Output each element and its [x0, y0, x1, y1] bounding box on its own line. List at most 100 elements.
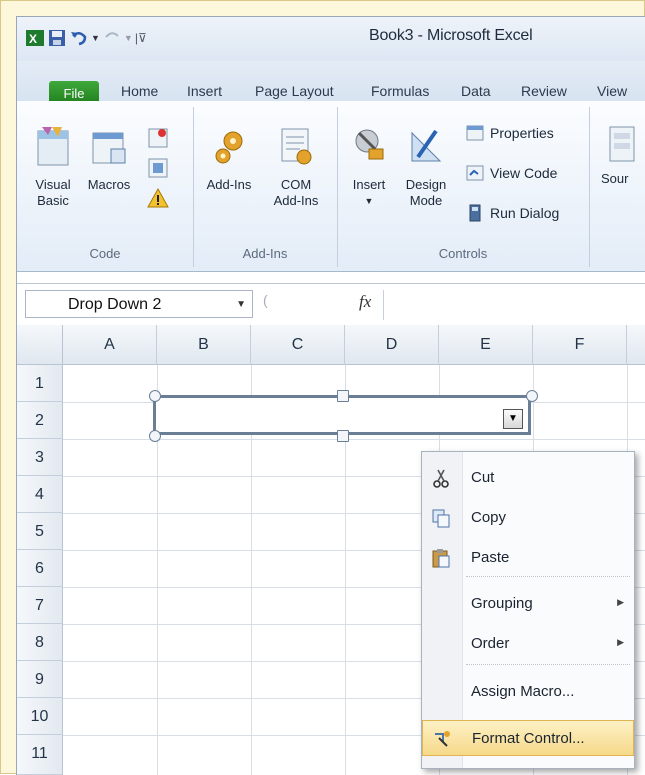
source-label: Sour: [601, 171, 629, 186]
menu-item-format-control[interactable]: Format Control...: [422, 720, 634, 756]
column-header-c[interactable]: C: [251, 325, 345, 365]
name-box-value: Drop Down 2: [68, 296, 162, 313]
insert-control-label: Insert: [352, 177, 386, 192]
menu-item-assign-macro[interactable]: Assign Macro...: [422, 674, 634, 710]
source-button[interactable]: Sour: [601, 123, 641, 187]
menu-separator: [466, 576, 630, 578]
resize-handle[interactable]: [149, 430, 161, 442]
properties-icon: [466, 125, 484, 141]
toolbox-icon: [355, 129, 384, 160]
column-header-d[interactable]: D: [345, 325, 439, 365]
menu-item-copy[interactable]: Copy: [422, 500, 634, 536]
tab-view[interactable]: View: [597, 83, 627, 99]
run-dialog-label: Run Dialog: [490, 205, 560, 221]
view-code-button[interactable]: View Code: [465, 163, 557, 183]
visual-basic-icon: [37, 127, 69, 166]
row-header-10[interactable]: 10: [17, 698, 63, 735]
addins-button[interactable]: Add-Ins: [199, 123, 259, 193]
format-control-icon: [435, 731, 450, 747]
insert-function-icon[interactable]: fx: [359, 292, 371, 312]
view-code-label: View Code: [490, 165, 558, 181]
chevron-down-icon[interactable]: ▼: [503, 409, 523, 429]
relative-references-icon[interactable]: [147, 157, 169, 179]
customize-qat-icon[interactable]: |⊽: [135, 31, 147, 45]
select-all-corner[interactable]: [17, 325, 63, 365]
macros-icon: [92, 132, 126, 164]
scissors-icon: [433, 469, 449, 488]
save-icon[interactable]: [47, 28, 67, 48]
insert-control-button[interactable]: Insert ▼: [345, 123, 393, 209]
chevron-down-icon[interactable]: ▼: [91, 33, 100, 43]
resize-handle[interactable]: [337, 430, 349, 442]
visual-basic-button[interactable]: Visual Basic: [29, 123, 77, 209]
tab-formulas[interactable]: Formulas: [371, 83, 429, 99]
chevron-down-icon[interactable]: ▼: [124, 33, 133, 43]
menu-item-order[interactable]: Order ▶: [422, 626, 634, 662]
macros-button[interactable]: Macros: [83, 123, 135, 193]
menu-item-copy-label: Copy: [471, 509, 507, 526]
row-header-2[interactable]: 2: [17, 402, 63, 439]
column-header-f[interactable]: F: [533, 325, 627, 365]
tab-review[interactable]: Review: [521, 83, 567, 99]
row-header-5[interactable]: 5: [17, 513, 63, 550]
properties-button[interactable]: Properties: [465, 123, 554, 143]
design-mode-icon: [411, 129, 442, 162]
redo-icon[interactable]: [102, 28, 122, 48]
menu-item-cut[interactable]: Cut: [422, 460, 634, 496]
menu-item-grouping[interactable]: Grouping ▶: [422, 586, 634, 622]
menu-item-cut-label: Cut: [471, 469, 495, 486]
visual-basic-label: Visual Basic: [35, 177, 71, 208]
formula-bar: Drop Down 2 ▼ ( fx: [17, 283, 645, 327]
excel-app-icon[interactable]: X: [25, 28, 45, 48]
tab-page-layout[interactable]: Page Layout: [255, 83, 334, 99]
menu-item-paste[interactable]: Paste: [422, 540, 634, 576]
menu-item-paste-label: Paste: [471, 549, 510, 566]
resize-handle[interactable]: [526, 390, 538, 402]
source-icon: [609, 126, 635, 162]
resize-handle[interactable]: [149, 390, 161, 402]
group-code-label: Code: [89, 246, 121, 261]
record-macro-icon[interactable]: [147, 127, 169, 149]
row-header-8[interactable]: 8: [17, 624, 63, 661]
row-header-1[interactable]: 1: [17, 365, 63, 402]
group-code: Visual Basic Macros Code: [17, 107, 194, 267]
chevron-down-icon: ▼: [364, 196, 374, 206]
submenu-arrow-icon: ▶: [617, 597, 624, 607]
paste-icon: [432, 549, 450, 568]
addins-label: Add-Ins: [206, 177, 252, 192]
column-header-partial[interactable]: [627, 325, 645, 365]
run-dialog-button[interactable]: Run Dialog: [465, 203, 559, 223]
com-addins-icon: [281, 128, 312, 165]
name-box[interactable]: Drop Down 2 ▼: [25, 290, 253, 318]
undo-icon[interactable]: [69, 28, 89, 48]
resize-handle[interactable]: [337, 390, 349, 402]
tab-data[interactable]: Data: [461, 83, 491, 99]
design-mode-button[interactable]: Design Mode: [397, 123, 455, 209]
chevron-down-icon[interactable]: ▼: [236, 291, 246, 319]
macro-security-icon[interactable]: [147, 187, 169, 209]
tab-home[interactable]: Home: [121, 83, 158, 99]
row-header-9[interactable]: 9: [17, 661, 63, 698]
row-header-6[interactable]: 6: [17, 550, 63, 587]
copy-icon: [432, 509, 450, 528]
context-menu: Cut Copy Paste Grouping ▶ Order ▶ Assign…: [421, 451, 635, 769]
gears-icon: [215, 131, 243, 164]
menu-item-grouping-label: Grouping: [471, 595, 533, 612]
row-header-4[interactable]: 4: [17, 476, 63, 513]
menu-item-assign-macro-label: Assign Macro...: [471, 683, 575, 700]
column-header-e[interactable]: E: [439, 325, 533, 365]
column-header-a[interactable]: A: [63, 325, 157, 365]
group-controls: Insert ▼ Design Mode Properties View Cod…: [337, 107, 590, 267]
row-header-3[interactable]: 3: [17, 439, 63, 476]
ribbon-tabs: File Home Insert Page Layout Formulas Da…: [17, 61, 645, 107]
quick-access-toolbar: X ▼ ▼ |⊽: [25, 27, 147, 49]
title-bar: X ▼ ▼ |⊽ Book3 - Microsoft Excel: [17, 17, 645, 61]
svg-text:X: X: [29, 32, 37, 46]
com-addins-button[interactable]: COM Add-Ins: [267, 123, 325, 209]
tab-insert[interactable]: Insert: [187, 83, 222, 99]
menu-item-order-label: Order: [471, 635, 510, 652]
row-header-7[interactable]: 7: [17, 587, 63, 624]
row-header-11[interactable]: 11: [17, 735, 63, 775]
run-dialog-icon: [469, 204, 481, 222]
column-header-b[interactable]: B: [157, 325, 251, 365]
